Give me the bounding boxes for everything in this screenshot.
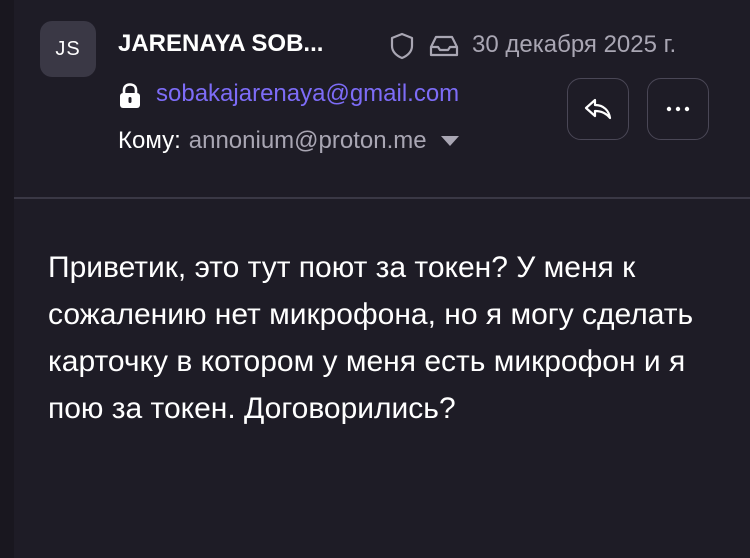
sender-name[interactable]: JARENAYA SOB... — [118, 30, 323, 58]
message-date: 30 декабря 2025 г. — [472, 31, 677, 58]
avatar[interactable]: JS — [40, 21, 96, 77]
reply-icon — [584, 98, 612, 120]
inbox-icon — [429, 35, 459, 57]
shield-icon — [390, 32, 414, 60]
avatar-initials: JS — [55, 37, 81, 60]
chevron-down-icon[interactable] — [439, 134, 461, 148]
message-view: JS JARENAYA SOB... 30 декабря 2025 г. so… — [0, 0, 750, 558]
left-edge — [0, 0, 14, 558]
reply-button[interactable] — [567, 78, 629, 140]
more-options-button[interactable] — [647, 78, 709, 140]
to-label: Кому: — [118, 127, 181, 154]
message-body: Приветик, это тут поют за токен? У меня … — [48, 251, 694, 425]
header-divider — [14, 197, 750, 199]
recipient-row[interactable]: Кому: annonium@proton.me — [118, 127, 461, 155]
more-icon — [666, 106, 690, 112]
recipient-address: annonium@proton.me — [188, 127, 427, 154]
lock-icon — [120, 83, 140, 108]
sender-email[interactable]: sobakajarenaya@gmail.com — [156, 80, 459, 108]
